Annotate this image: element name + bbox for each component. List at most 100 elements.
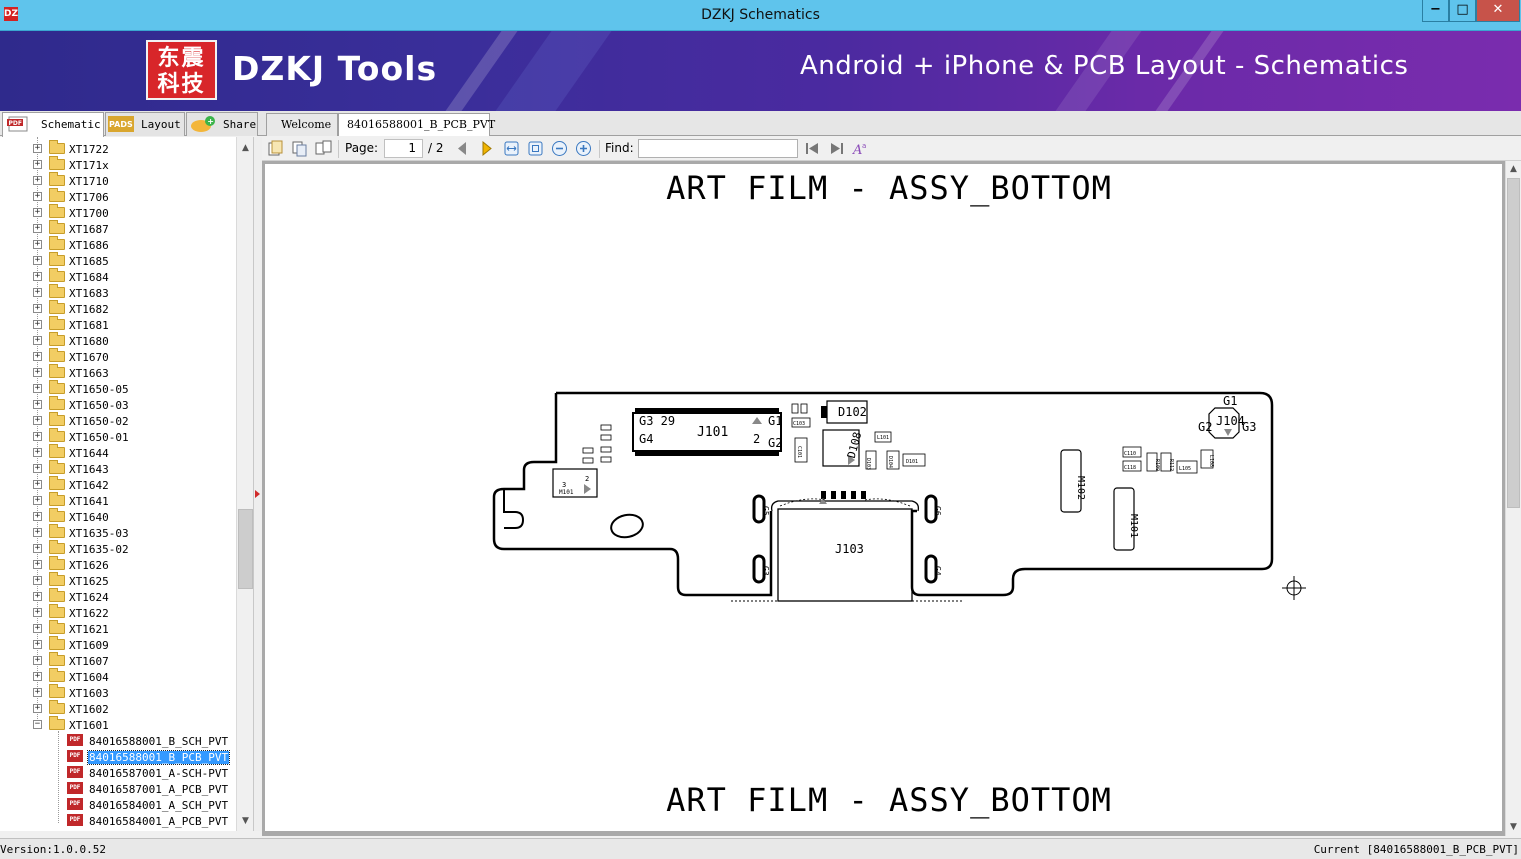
tree-folder[interactable]: + XT1604: [0, 668, 236, 685]
tree-folder[interactable]: + XT1603: [0, 684, 236, 701]
expand-icon[interactable]: +: [33, 400, 42, 409]
expand-icon[interactable]: +: [33, 208, 42, 217]
tree-file[interactable]: PDF 84016588001_B_PCB_PVT: [0, 749, 236, 765]
scroll-down-icon[interactable]: ▼: [237, 813, 253, 830]
next-page-icon[interactable]: [478, 140, 495, 157]
expand-icon[interactable]: +: [33, 480, 42, 489]
tree-folder-open[interactable]: − XT1601: [0, 716, 236, 733]
tab-layout[interactable]: PADS Layout: [105, 112, 185, 136]
tree-folder[interactable]: + XT1700: [0, 204, 236, 221]
expand-icon[interactable]: +: [33, 464, 42, 473]
copy-page-icon[interactable]: [267, 140, 284, 157]
tree-folder[interactable]: + XT1706: [0, 188, 236, 205]
tree-file[interactable]: PDF 84016587001_A_PCB_PVT: [0, 781, 236, 797]
expand-icon[interactable]: +: [33, 448, 42, 457]
zoom-out-icon[interactable]: [551, 140, 568, 157]
expand-icon[interactable]: +: [33, 544, 42, 553]
tree-folder[interactable]: + XT1640: [0, 508, 236, 525]
find-next-icon[interactable]: [828, 140, 845, 157]
tree-scrollbar[interactable]: ▲ ▼: [236, 137, 253, 831]
expand-icon[interactable]: +: [33, 160, 42, 169]
expand-icon[interactable]: +: [33, 336, 42, 345]
tree-folder[interactable]: + XT1710: [0, 172, 236, 189]
scroll-up-icon[interactable]: ▲: [237, 140, 253, 157]
expand-icon[interactable]: +: [33, 576, 42, 585]
tree-folder[interactable]: + XT1644: [0, 444, 236, 461]
expand-icon[interactable]: +: [33, 192, 42, 201]
viewer-scroll-up-icon[interactable]: ▲: [1506, 161, 1521, 178]
paste-page-icon[interactable]: [291, 140, 308, 157]
tree-folder[interactable]: + XT1625: [0, 572, 236, 589]
tree-folder[interactable]: + XT1607: [0, 652, 236, 669]
viewer-scrollbar[interactable]: ▲ ▼: [1505, 161, 1521, 836]
expand-icon[interactable]: +: [33, 640, 42, 649]
tree-folder[interactable]: + XT1680: [0, 332, 236, 349]
tab-document[interactable]: 84016588001_B_PCB_PVT✕: [338, 113, 495, 152]
viewer-scroll-thumb[interactable]: [1507, 178, 1520, 508]
expand-icon[interactable]: +: [33, 608, 42, 617]
minimize-button[interactable]: −: [1422, 0, 1449, 22]
tab-schematic[interactable]: PDF Schematic: [2, 112, 104, 137]
tree-folder[interactable]: + XT1643: [0, 460, 236, 477]
expand-icon[interactable]: +: [33, 320, 42, 329]
tree-folder[interactable]: + XT1642: [0, 476, 236, 493]
tree-folder[interactable]: + XT1670: [0, 348, 236, 365]
tab-share[interactable]: + Share: [186, 112, 258, 136]
prev-page-icon[interactable]: [454, 140, 471, 157]
page-number-input[interactable]: 1: [384, 139, 423, 158]
expand-icon[interactable]: +: [33, 384, 42, 393]
tree-folder[interactable]: + XT1663: [0, 364, 236, 381]
expand-icon[interactable]: +: [33, 496, 42, 505]
expand-icon[interactable]: +: [33, 224, 42, 233]
tree-folder[interactable]: + XT1650-05: [0, 380, 236, 397]
tree-folder[interactable]: + XT1622: [0, 604, 236, 621]
expand-icon[interactable]: +: [33, 240, 42, 249]
expand-icon[interactable]: +: [33, 304, 42, 313]
panel-splitter[interactable]: [254, 137, 262, 831]
tree-scroll-thumb[interactable]: [238, 509, 253, 589]
tree-folder[interactable]: + XT1684: [0, 268, 236, 285]
zoom-in-icon[interactable]: [575, 140, 592, 157]
tree-file[interactable]: PDF 84016584001_A_SCH_PVT: [0, 797, 236, 813]
tree-folder[interactable]: + XT1722: [0, 140, 236, 157]
pages-icon[interactable]: [315, 140, 332, 157]
tree-folder[interactable]: + XT1650-03: [0, 396, 236, 413]
tree-file[interactable]: PDF 84016588001_B_SCH_PVT: [0, 733, 236, 749]
expand-icon[interactable]: +: [33, 624, 42, 633]
tree-folder[interactable]: + XT171x: [0, 156, 236, 173]
expand-icon[interactable]: +: [33, 512, 42, 521]
expand-icon[interactable]: +: [33, 704, 42, 713]
tree-folder[interactable]: + XT1650-02: [0, 412, 236, 429]
tree-file[interactable]: PDF 84016584001_A_PCB_PVT: [0, 813, 236, 829]
collapse-arrow-icon[interactable]: [255, 490, 260, 498]
tree-folder[interactable]: + XT1641: [0, 492, 236, 509]
close-button[interactable]: ✕: [1476, 0, 1520, 22]
expand-icon[interactable]: +: [33, 416, 42, 425]
expand-icon[interactable]: +: [33, 688, 42, 697]
tree-folder[interactable]: + XT1681: [0, 316, 236, 333]
tree-folder[interactable]: + XT1683: [0, 284, 236, 301]
expand-icon[interactable]: +: [33, 272, 42, 281]
document-viewer[interactable]: ART FILM - ASSY_BOTTOM G3 29 J101 G1 G4 …: [262, 161, 1521, 836]
expand-icon[interactable]: +: [33, 176, 42, 185]
tree-folder[interactable]: + XT1609: [0, 636, 236, 653]
tree-folder[interactable]: + XT1624: [0, 588, 236, 605]
expand-icon[interactable]: +: [33, 352, 42, 361]
viewer-scroll-down-icon[interactable]: ▼: [1506, 819, 1521, 836]
fit-page-icon[interactable]: [527, 140, 544, 157]
tab-welcome[interactable]: Welcome: [266, 113, 338, 136]
tree-file[interactable]: PDF 84016587001_A-SCH-PVT: [0, 765, 236, 781]
expand-icon[interactable]: +: [33, 432, 42, 441]
tree-folder[interactable]: + XT1682: [0, 300, 236, 317]
expand-icon[interactable]: +: [33, 672, 42, 681]
expand-icon[interactable]: +: [33, 288, 42, 297]
tree-folder[interactable]: + XT1686: [0, 236, 236, 253]
fit-width-icon[interactable]: [503, 140, 520, 157]
tree-folder[interactable]: + XT1687: [0, 220, 236, 237]
expand-icon[interactable]: +: [33, 256, 42, 265]
tree-folder[interactable]: + XT1626: [0, 556, 236, 573]
expand-icon[interactable]: +: [33, 528, 42, 537]
tree-folder[interactable]: + XT1635-02: [0, 540, 236, 557]
expand-icon[interactable]: +: [33, 144, 42, 153]
text-options-icon[interactable]: Aa: [852, 140, 869, 157]
